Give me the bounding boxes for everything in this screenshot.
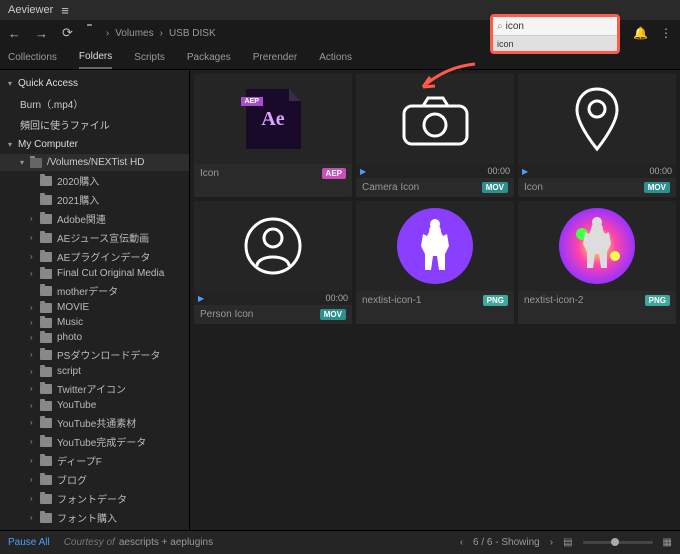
thumbnail-card[interactable]: ▶ 00:00 Icon MOV xyxy=(518,74,676,197)
search-input[interactable] xyxy=(506,21,613,32)
tree-item[interactable]: ›YouTube共通素材 xyxy=(0,413,189,432)
courtesy-label: Courtesy of xyxy=(64,537,115,548)
tree-item[interactable]: ›script xyxy=(0,364,189,379)
view-list-icon[interactable]: ▤ xyxy=(563,537,572,548)
zoom-slider[interactable] xyxy=(583,541,653,544)
toolbar: ← → ⟳ › Volumes › USB DISK ⌕ icon ★ 🔔 ⋮ xyxy=(0,20,680,46)
tree-item[interactable]: ›フォントデータ xyxy=(0,489,189,508)
breadcrumb-item[interactable]: Volumes xyxy=(115,28,153,39)
pause-all-button[interactable]: Pause All xyxy=(8,537,50,548)
tree-item[interactable]: ›YouTube xyxy=(0,398,189,413)
card-name: Person Icon xyxy=(200,309,253,320)
time-label: 00:00 xyxy=(649,166,672,176)
prev-button[interactable]: ‹ xyxy=(460,537,463,548)
tree-item[interactable]: ›フォント購入 xyxy=(0,508,189,527)
card-name: Icon xyxy=(524,182,543,193)
thumbnail-card[interactable]: AEPAe Icon AEP xyxy=(194,74,352,197)
card-name: Camera Icon xyxy=(362,182,419,193)
search-icon: ⌕ xyxy=(497,21,503,32)
tab-collections[interactable]: Collections xyxy=(8,47,57,68)
tree-item[interactable]: motherデータ xyxy=(0,281,189,300)
format-badge: MOV xyxy=(320,309,346,320)
sidebar: ▾Quick Access Burn（.mp4） 頻回に使うファイル ▾My C… xyxy=(0,70,190,530)
time-label: 00:00 xyxy=(487,166,510,176)
tab-folders[interactable]: Folders xyxy=(79,46,112,69)
search-highlight: ⌕ icon xyxy=(490,14,620,54)
tab-prerender[interactable]: Prerender xyxy=(253,47,297,68)
time-label: 00:00 xyxy=(325,293,348,303)
thumbnail-card[interactable]: nextist-icon-2 PNG xyxy=(518,201,676,324)
footer: Pause All Courtesy of aescripts + aeplug… xyxy=(0,530,680,554)
tree-item[interactable]: ›ブログ xyxy=(0,470,189,489)
tree-item[interactable]: ›photo xyxy=(0,330,189,345)
thumbnail-image xyxy=(518,201,676,291)
forward-button[interactable]: → xyxy=(35,26,48,41)
tree-item[interactable]: ›ディープF xyxy=(0,451,189,470)
play-icon[interactable]: ▶ xyxy=(198,294,204,303)
sidebar-quick-access[interactable]: ▾Quick Access xyxy=(0,74,189,93)
tree-item[interactable]: 2020購入 xyxy=(0,171,189,190)
thumbnail-card[interactable]: nextist-icon-1 PNG xyxy=(356,201,514,324)
breadcrumb-sep: › xyxy=(106,28,109,39)
more-icon[interactable]: ⋮ xyxy=(660,26,672,40)
refresh-button[interactable]: ⟳ xyxy=(62,25,73,41)
thumbnail-image xyxy=(356,74,514,164)
tree-item[interactable]: ›Music xyxy=(0,315,189,330)
tree-item[interactable]: ›PSダウンロードデータ xyxy=(0,345,189,364)
search-dropdown-item[interactable]: icon xyxy=(493,35,617,51)
format-badge: AEP xyxy=(322,168,346,179)
card-name: nextist-icon-1 xyxy=(362,295,421,306)
play-icon[interactable]: ▶ xyxy=(360,167,366,176)
sidebar-my-computer[interactable]: ▾My Computer xyxy=(0,135,189,154)
search-box[interactable]: ⌕ xyxy=(493,17,617,35)
sidebar-item-freq[interactable]: 頻回に使うファイル xyxy=(0,114,189,135)
thumbnail-card[interactable]: ▶ 00:00 Camera Icon MOV xyxy=(356,74,514,197)
thumbnail-grid: AEPAe Icon AEP ▶ 00:00 Camera Icon MOV ▶ 00:00 Ic… xyxy=(194,74,676,324)
format-badge: MOV xyxy=(644,182,670,193)
tab-actions[interactable]: Actions xyxy=(319,47,352,68)
thumbnail-card[interactable]: ▶ 00:00 Person Icon MOV xyxy=(194,201,352,324)
tree-item[interactable]: 2021購入 xyxy=(0,190,189,209)
play-icon[interactable]: ▶ xyxy=(522,167,528,176)
tree-item[interactable]: ›Final Cut Original Media xyxy=(0,266,189,281)
card-name: Icon xyxy=(200,168,219,179)
app-title: Aeviewer xyxy=(8,4,53,16)
thumbnail-image: AEPAe xyxy=(194,74,352,164)
brand-label: aescripts + aeplugins xyxy=(119,537,213,548)
breadcrumb-sep: › xyxy=(160,28,163,39)
bell-icon[interactable]: 🔔 xyxy=(633,26,648,40)
tree-item[interactable]: ›YouTube完成データ xyxy=(0,432,189,451)
content-area: AEPAe Icon AEP ▶ 00:00 Camera Icon MOV ▶ 00:00 Ic… xyxy=(190,70,680,530)
thumbnail-image xyxy=(194,201,352,291)
tab-scripts[interactable]: Scripts xyxy=(134,47,165,68)
sidebar-tree: 2020購入2021購入›Adobe関連›AEジュース宣伝動画›AEプラグインデ… xyxy=(0,171,189,530)
tree-item[interactable]: ›Adobe関連 xyxy=(0,209,189,228)
back-button[interactable]: ← xyxy=(8,26,21,41)
tree-item[interactable]: ›MOVIE xyxy=(0,300,189,315)
tree-item[interactable]: ›AEジュース宣伝動画 xyxy=(0,228,189,247)
tree-item[interactable]: ›AEプラグインデータ xyxy=(0,247,189,266)
format-badge: PNG xyxy=(645,295,670,306)
sidebar-item-burn[interactable]: Burn（.mp4） xyxy=(0,93,189,114)
thumbnail-image xyxy=(518,74,676,164)
next-button[interactable]: › xyxy=(550,537,553,548)
breadcrumb[interactable]: › Volumes › USB DISK xyxy=(106,28,222,39)
card-name: nextist-icon-2 xyxy=(524,295,583,306)
view-grid-icon[interactable]: ▦ xyxy=(663,537,672,548)
format-badge: MOV xyxy=(482,182,508,193)
tree-item[interactable]: ›Twitterアイコン xyxy=(0,379,189,398)
tab-packages[interactable]: Packages xyxy=(187,47,231,68)
thumbnail-image xyxy=(356,201,514,291)
sidebar-item-volume[interactable]: ▾/Volumes/NEXTist HD xyxy=(0,154,189,171)
status-text: 6 / 6 - Showing xyxy=(473,537,540,548)
breadcrumb-item[interactable]: USB DISK xyxy=(169,28,216,39)
hamburger-icon[interactable]: ≡ xyxy=(61,3,69,18)
folder-icon[interactable] xyxy=(87,26,92,41)
format-badge: PNG xyxy=(483,295,508,306)
